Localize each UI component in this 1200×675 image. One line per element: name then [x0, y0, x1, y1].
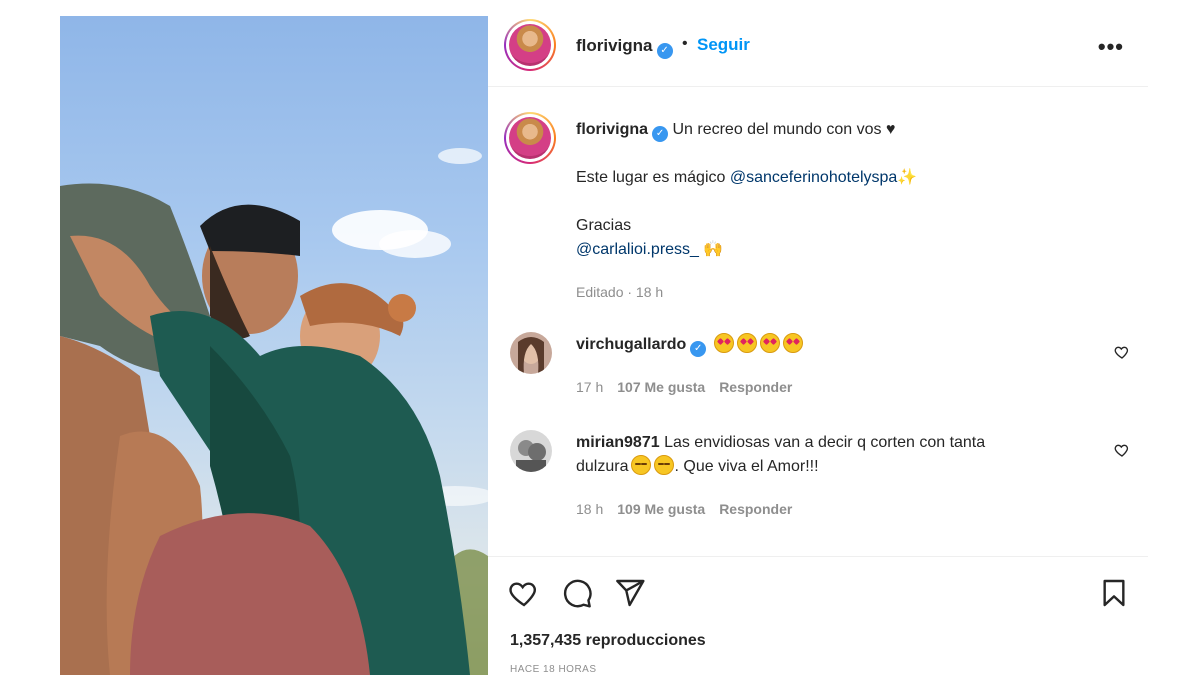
mention-link-hotel[interactable]: @sanceferinohotelyspa	[730, 169, 897, 186]
post-header: florivigna ✓ • Seguir •••	[488, 16, 1148, 87]
caption-text-2: Este lugar es mágico	[576, 169, 730, 186]
share-icon[interactable]	[614, 577, 646, 609]
action-bar: 1,357,435 reproducciones HACE 18 HORAS	[488, 556, 1148, 675]
sparkles-emoji: ✨	[897, 169, 918, 186]
couple-kiss-image	[60, 148, 488, 675]
like-comment-heart-icon[interactable]	[1114, 442, 1130, 458]
comment-meta: 17 h 107 Me gusta Responder	[576, 379, 792, 395]
commenter-username[interactable]: mirian9871	[576, 434, 660, 451]
verified-badge-icon: ✓	[652, 126, 669, 142]
reply-button[interactable]: Responder	[719, 379, 792, 395]
commenter-avatar[interactable]	[510, 332, 552, 374]
star-struck-emoji	[759, 333, 780, 353]
raised-hands-emoji: 🙌	[703, 241, 724, 258]
caption-line4: @carlalioi.press_ 🙌	[576, 238, 723, 262]
follow-button[interactable]: Seguir	[697, 35, 750, 55]
commenter-username[interactable]: virchugallardo	[576, 336, 686, 353]
mention-link-press[interactable]: @carlalioi.press_	[576, 241, 699, 258]
caption-username[interactable]: florivigna	[576, 121, 648, 138]
views-count[interactable]: 1,357,435 reproducciones	[510, 632, 706, 650]
comment-text-end: . Que viva el Amor!!!	[674, 458, 819, 475]
caption-meta: Editado · 18 h	[576, 284, 664, 300]
commenter-avatar[interactable]	[510, 430, 552, 472]
comment-text-line2: dulzura . Que viva el Amor!!!	[576, 455, 819, 479]
bookmark-icon[interactable]	[1098, 577, 1130, 609]
author-username[interactable]: florivigna ✓	[576, 36, 673, 59]
separator-dot: •	[682, 35, 688, 52]
caption-line1: florivigna ✓ Un recreo del mundo con vos …	[576, 118, 895, 142]
comment-text-word: dulzura	[576, 458, 629, 475]
comment-body: mirian9871 Las envidiosas van a decir q …	[576, 431, 985, 455]
caption-text: Un recreo del mundo con vos ♥	[672, 121, 896, 138]
verified-badge-icon: ✓	[656, 43, 673, 59]
comment-text-line1: Las envidiosas van a decir q corten con …	[664, 434, 986, 451]
comment-likes[interactable]: 107 Me gusta	[617, 379, 705, 395]
comment-meta: 18 h 109 Me gusta Responder	[576, 501, 792, 517]
laughing-emoji	[654, 455, 675, 475]
laughing-emoji	[631, 455, 652, 475]
caption-line2: Este lugar es mágico @sanceferinohotelys…	[576, 166, 917, 190]
comment-likes[interactable]: 109 Me gusta	[617, 501, 705, 517]
reply-button[interactable]: Responder	[719, 501, 792, 517]
comment-icon[interactable]	[561, 577, 593, 609]
comment-time: 18 h	[576, 501, 604, 517]
verified-badge-icon: ✓	[690, 341, 707, 357]
post-detail-panel: florivigna ✓ • Seguir ••• florivigna ✓ Un …	[488, 16, 1148, 675]
comment-body: virchugallardo ✓	[576, 333, 803, 357]
post-time: HACE 18 HORAS	[510, 664, 597, 675]
more-options-icon[interactable]: •••	[1098, 34, 1124, 60]
heart-icon[interactable]	[508, 577, 540, 609]
caption-line3: Gracias	[576, 217, 632, 234]
like-comment-heart-icon[interactable]	[1114, 344, 1130, 360]
post-photo[interactable]	[60, 16, 488, 675]
comments-section[interactable]: florivigna ✓ Un recreo del mundo con vos …	[488, 88, 1148, 556]
star-struck-emoji	[713, 333, 734, 353]
caption-avatar[interactable]	[504, 112, 556, 164]
author-avatar[interactable]	[504, 19, 556, 71]
star-struck-emoji	[736, 333, 757, 353]
star-struck-emoji	[782, 333, 803, 353]
comment-time: 17 h	[576, 379, 604, 395]
